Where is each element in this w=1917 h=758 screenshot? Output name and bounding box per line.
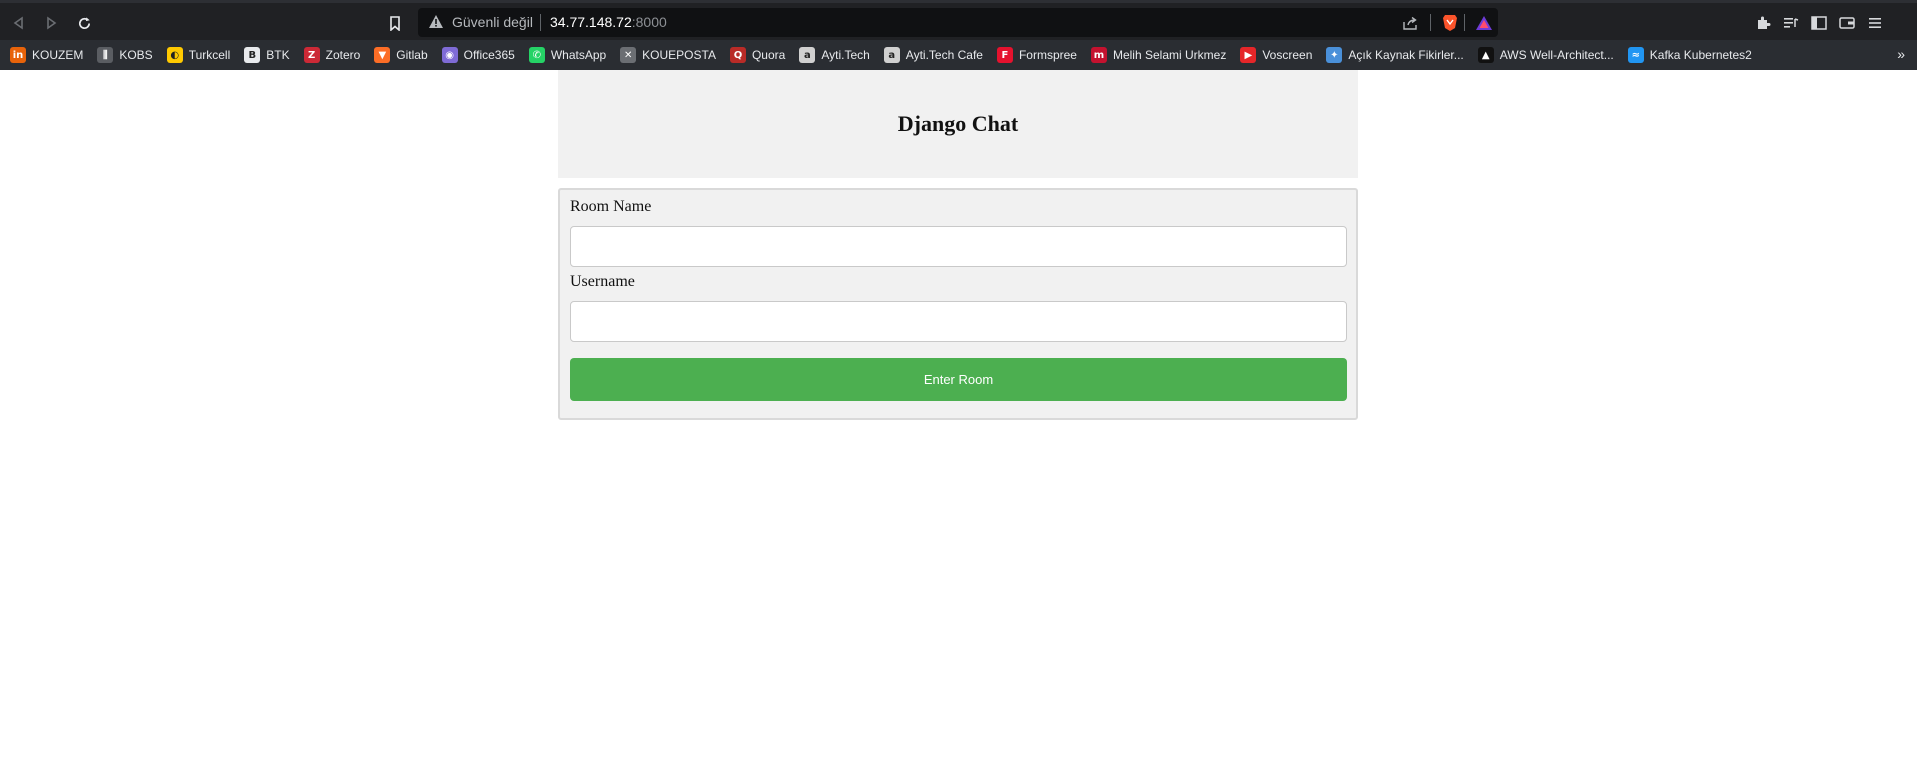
btk-icon: B [244,47,261,63]
extensions-icon[interactable] [1749,11,1777,35]
bookmark-item[interactable]: ≈ Kafka Kubernetes2 [1627,47,1752,63]
office365-icon: ◉ [441,47,458,63]
url-host: 34.77.148.72 [550,14,632,30]
bookmark-item[interactable]: ▼ Gitlab [374,47,428,63]
enter-room-button[interactable]: Enter Room [570,358,1347,401]
browser-toolbar: Güvenli değil 34.77.148.72:8000 [0,0,1917,40]
kobs-icon: ⫼ [97,47,114,63]
bookmark-label: Ayti.Tech Cafe [905,48,983,62]
bookmark-label: Melih Selami Urkmez [1112,48,1227,62]
bookmark-page-icon[interactable] [381,9,409,37]
bookmark-item[interactable]: m Melih Selami Urkmez [1090,47,1227,63]
bookmark-label: KOUZEM [32,48,84,62]
address-bar[interactable]: Güvenli değil 34.77.148.72:8000 [418,8,1498,37]
toolbar-right-icons [1749,11,1889,35]
kouposta-icon: ✕ [620,47,637,63]
gitlab-icon: ▼ [374,47,391,63]
brave-rewards-icon[interactable] [1472,13,1496,33]
bookmark-label: Office365 [463,48,515,62]
bookmark-item[interactable]: ✦ Açık Kaynak Fikirler... [1326,47,1464,63]
bookmark-item[interactable]: ◐ Turkcell [166,47,231,63]
bookmark-item[interactable]: ✆ WhatsApp [528,47,607,63]
bookmark-item[interactable]: F Formspree [996,47,1077,63]
bookmark-label: KOBS [119,48,153,62]
bookmark-item[interactable]: a Ayti.Tech Cafe [883,47,983,63]
page-header: Django Chat [558,70,1358,178]
quora-icon: Q [729,47,746,63]
kouzem-icon: in [10,47,26,63]
sidebar-toggle-icon[interactable] [1805,11,1833,35]
join-room-form: Room Name Username Enter Room [558,188,1358,420]
aytitech-icon: a [799,47,816,63]
bookmark-item[interactable]: ⫼ KOBS [97,47,153,63]
room-name-label: Room Name [570,198,652,215]
bookmark-item[interactable]: ▲ AWS Well-Architect... [1477,47,1614,63]
url-port: :8000 [631,14,667,30]
bookmark-label: BTK [266,48,290,62]
url-text[interactable]: 34.77.148.72:8000 [550,14,667,30]
bookmark-label: Kafka Kubernetes2 [1649,48,1752,62]
kafka-icon: ≈ [1627,47,1644,63]
acik-kaynak-icon: ✦ [1326,47,1343,63]
whatsapp-icon: ✆ [528,47,545,63]
username-input[interactable] [570,301,1347,342]
address-divider [540,14,541,31]
bookmark-label: Zotero [325,48,361,62]
turkcell-icon: ◐ [166,47,183,63]
bookmark-item[interactable]: B BTK [244,47,290,63]
voscreen-icon: ▶ [1240,47,1257,63]
not-secure-icon[interactable] [428,14,444,34]
bookmark-label: Formspree [1018,48,1077,62]
room-name-input[interactable] [570,226,1347,267]
bookmark-label: Açık Kaynak Fikirler... [1348,48,1464,62]
bookmarks-bar: in KOUZEM ⫼ KOBS ◐ Turkcell B BTK Z Zotero ▼ Gitlab… [0,40,1917,70]
forward-icon[interactable] [37,9,65,37]
melih-icon: m [1090,47,1107,63]
bookmark-item[interactable]: in KOUZEM [10,47,83,63]
bookmark-label: Quora [751,48,786,62]
bookmark-label: Ayti.Tech [821,48,870,62]
bookmark-label: Gitlab [396,48,428,62]
bookmark-label: KOUEPOSTA [642,48,716,62]
bookmark-item[interactable]: ✕ KOUEPOSTA [620,47,716,63]
bookmark-label: Turkcell [188,48,231,62]
address-divider-right [1430,14,1431,31]
bookmark-item[interactable]: ▶ Voscreen [1240,47,1312,63]
username-label: Username [570,273,635,290]
share-icon[interactable] [1398,13,1422,33]
bookmark-label: AWS Well-Architect... [1499,48,1614,62]
menu-icon[interactable] [1861,11,1889,35]
back-icon[interactable] [5,9,33,37]
aws-icon: ▲ [1477,47,1494,63]
address-divider-right-2 [1464,14,1465,31]
bookmark-item[interactable]: Z Zotero [303,47,361,63]
zotero-icon: Z [303,47,320,63]
aytitech-cafe-icon: a [883,47,900,63]
bookmark-item[interactable]: a Ayti.Tech [799,47,870,63]
wallet-icon[interactable] [1833,11,1861,35]
reload-icon[interactable] [70,9,98,37]
security-status[interactable]: Güvenli değil [452,14,533,30]
bookmark-label: Voscreen [1262,48,1313,62]
bookmark-item[interactable]: Q Quora [729,47,786,63]
media-control-icon[interactable] [1777,11,1805,35]
bookmark-item[interactable]: ◉ Office365 [441,47,515,63]
brave-shield-icon[interactable] [1438,13,1462,33]
formspree-icon: F [996,47,1013,63]
page-title: Django Chat [897,111,1019,136]
bookmarks-overflow-icon[interactable]: » [1897,46,1905,62]
bookmark-label: WhatsApp [550,48,607,62]
